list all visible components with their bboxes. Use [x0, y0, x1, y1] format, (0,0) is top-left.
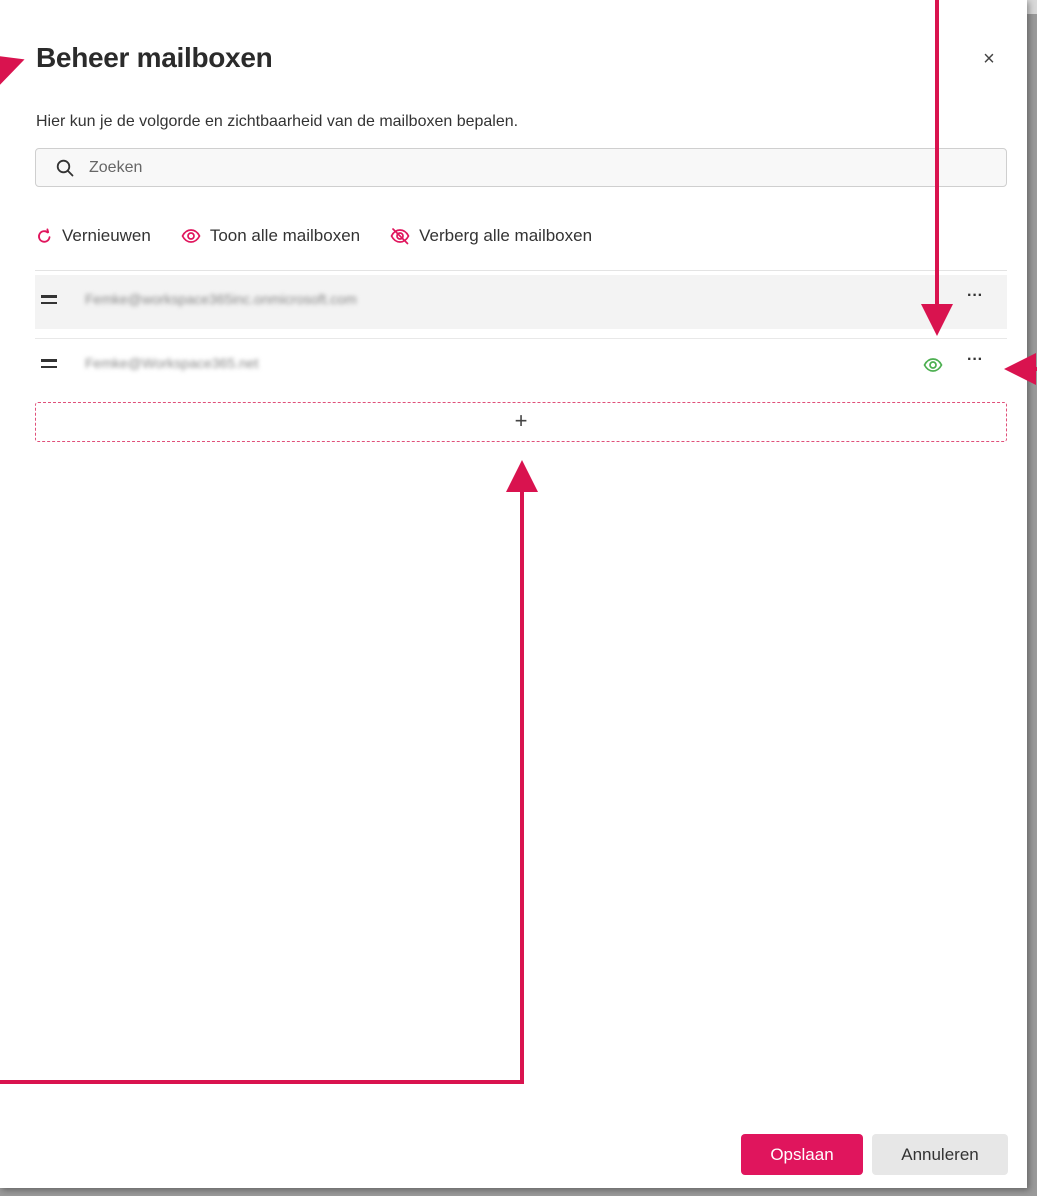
eye-off-icon: [390, 228, 410, 245]
divider: [35, 270, 1007, 271]
cancel-button[interactable]: Annuleren: [872, 1134, 1008, 1175]
mailbox-email: Femke@Workspace365.net: [85, 355, 259, 371]
hide-all-mailboxes-button[interactable]: Verberg alle mailboxen: [390, 226, 592, 246]
search-icon: [56, 159, 74, 177]
action-bar: Vernieuwen Toon alle mailboxen Verberg a…: [36, 224, 622, 248]
search-input[interactable]: [89, 155, 969, 181]
save-button[interactable]: Opslaan: [741, 1134, 863, 1175]
eye-icon[interactable]: [923, 357, 943, 373]
refresh-button[interactable]: Vernieuwen: [36, 226, 151, 246]
drag-handle-icon[interactable]: [41, 295, 57, 309]
show-all-label: Toon alle mailboxen: [209, 226, 361, 245]
refresh-icon: [38, 227, 51, 243]
close-button[interactable]: ×: [978, 48, 1000, 70]
more-options-button[interactable]: ···: [967, 351, 983, 369]
mailbox-row[interactable]: Femke@Workspace365.net ···: [35, 338, 1007, 392]
dialog-title: Beheer mailboxen: [36, 42, 273, 73]
add-mailbox-button[interactable]: +: [35, 402, 1007, 442]
refresh-label: Vernieuwen: [62, 226, 151, 245]
show-all-mailboxes-button[interactable]: Toon alle mailboxen: [181, 226, 360, 246]
eye-icon: [181, 229, 201, 243]
manage-mailboxes-dialog: Beheer mailboxen × Hier kun je de volgor…: [0, 0, 1027, 1188]
mailbox-row[interactable]: Femke@workspace365inc.onmicrosoft.com ··…: [35, 275, 1007, 329]
dialog-description: Hier kun je de volgorde en zichtbaarheid…: [36, 113, 519, 130]
drag-handle-icon[interactable]: [41, 359, 57, 373]
hide-all-label: Verberg alle mailboxen: [419, 226, 593, 245]
more-options-button[interactable]: ···: [967, 287, 983, 305]
mailbox-email: Femke@workspace365inc.onmicrosoft.com: [85, 291, 357, 307]
search-box: [35, 148, 1007, 187]
